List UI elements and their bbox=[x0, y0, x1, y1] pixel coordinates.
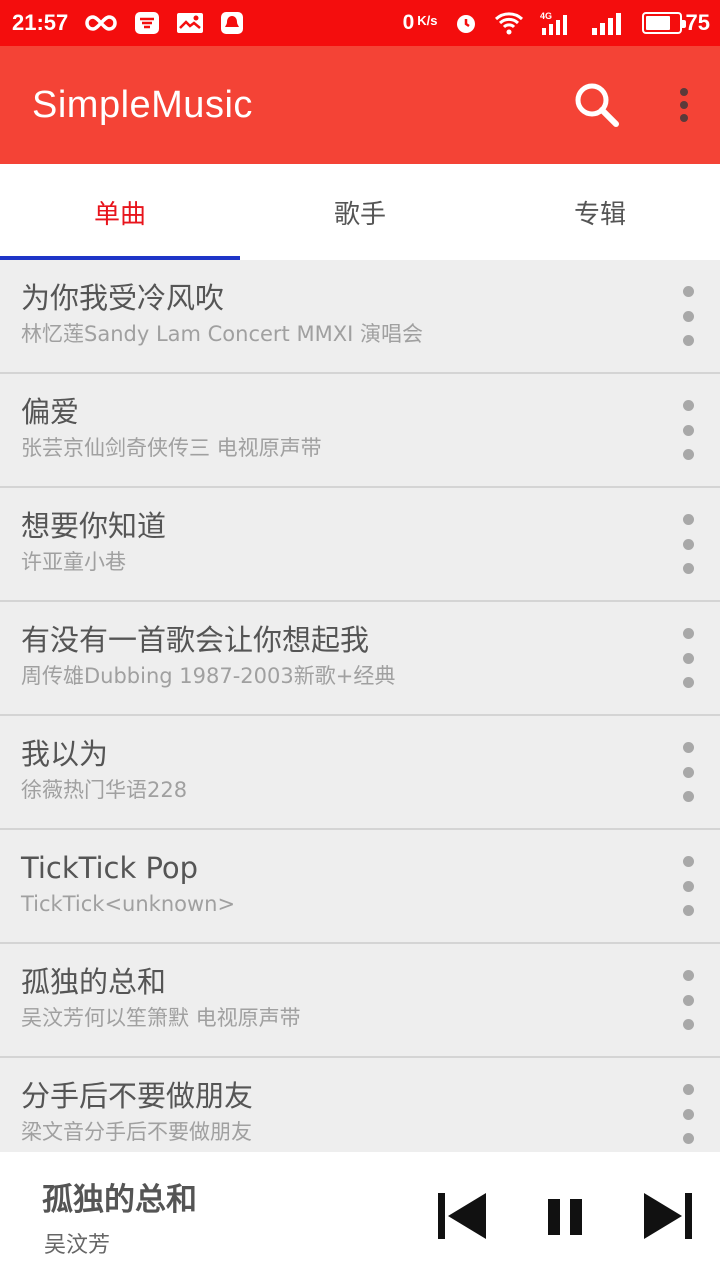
tab-album[interactable]: 专辑 bbox=[480, 164, 720, 260]
status-bar: 21:57 0 K/s 4G 75 bbox=[0, 0, 720, 46]
song-title: 分手后不要做朋友 bbox=[21, 1079, 254, 1113]
signal-4g-icon: 4G bbox=[540, 10, 574, 36]
now-playing-artist: 吴汶芳 bbox=[44, 1233, 111, 1258]
status-bar-right: 0 K/s 4G 75 bbox=[403, 10, 710, 36]
song-more-icon[interactable] bbox=[676, 628, 700, 688]
svg-text:4G: 4G bbox=[540, 11, 552, 21]
more-dot bbox=[682, 335, 694, 346]
song-artist-album: 周传雄Dubbing 1987-2003新歌+经典 bbox=[21, 664, 396, 688]
app-notification-icon bbox=[134, 11, 160, 35]
song-title: 偏爱 bbox=[21, 395, 80, 429]
overflow-menu-icon[interactable] bbox=[678, 87, 690, 123]
app-bar-actions bbox=[572, 46, 690, 164]
more-dot bbox=[682, 994, 694, 1006]
song-artist-album: 林忆莲Sandy Lam Concert MMXI 演唱会 bbox=[21, 322, 423, 346]
mail-notification-icon bbox=[176, 12, 204, 34]
song-more-icon[interactable] bbox=[676, 970, 700, 1030]
song-title: 为你我受冷风吹 bbox=[21, 281, 225, 315]
next-icon[interactable] bbox=[642, 1190, 694, 1242]
more-dot bbox=[682, 677, 694, 688]
status-time: 21:57 bbox=[12, 10, 69, 35]
song-more-icon[interactable] bbox=[676, 400, 700, 460]
net-speed-value: 0 bbox=[402, 11, 415, 34]
more-dot bbox=[682, 880, 694, 892]
song-artist-album: 梁文音分手后不要做朋友 bbox=[21, 1120, 252, 1144]
more-dot bbox=[682, 856, 694, 867]
song-more-icon[interactable] bbox=[676, 856, 700, 916]
song-artist-album: 张芸京仙剑奇侠传三 电视原声带 bbox=[21, 436, 322, 460]
more-dot bbox=[682, 628, 694, 639]
more-dot bbox=[682, 742, 694, 753]
alarm-icon bbox=[454, 11, 478, 35]
more-dot bbox=[682, 1019, 694, 1030]
more-dot bbox=[682, 424, 694, 436]
more-dot bbox=[682, 1108, 694, 1120]
app-bar: SimpleMusic bbox=[0, 46, 720, 164]
more-dot bbox=[682, 1084, 694, 1095]
battery-icon: 75 bbox=[641, 10, 710, 36]
net-speed: 0 K/s bbox=[403, 11, 438, 35]
song-title: 孤独的总和 bbox=[21, 965, 167, 999]
song-list-item[interactable]: 孤独的总和吴汶芳何以笙箫默 电视原声带 bbox=[0, 944, 720, 1058]
song-title: 我以为 bbox=[21, 737, 109, 771]
song-title: 想要你知道 bbox=[21, 509, 167, 543]
signal-icon bbox=[590, 11, 626, 35]
now-playing-title: 孤独的总和 bbox=[42, 1182, 197, 1218]
song-artist-album: 许亚童小巷 bbox=[21, 550, 126, 574]
pause-icon[interactable] bbox=[546, 1198, 584, 1236]
more-dot bbox=[682, 766, 694, 778]
qq-icon bbox=[220, 11, 244, 35]
tab-single[interactable]: 单曲 bbox=[0, 164, 240, 260]
more-dot bbox=[682, 563, 694, 574]
more-dot bbox=[682, 400, 694, 411]
previous-icon[interactable] bbox=[436, 1190, 488, 1242]
song-artist-album: 徐薇热门华语228 bbox=[21, 778, 188, 802]
more-dot bbox=[682, 970, 694, 981]
more-dot bbox=[682, 310, 694, 322]
more-dot bbox=[682, 449, 694, 460]
song-list-item[interactable]: 想要你知道许亚童小巷 bbox=[0, 488, 720, 602]
song-more-icon[interactable] bbox=[676, 286, 700, 346]
more-dot bbox=[682, 286, 694, 297]
song-list-item[interactable]: 分手后不要做朋友梁文音分手后不要做朋友 bbox=[0, 1058, 720, 1152]
more-dot bbox=[682, 652, 694, 664]
song-list-item[interactable]: TickTick Pop TickTick<unknown> bbox=[0, 830, 720, 944]
now-playing-info[interactable]: 孤独的总和 吴汶芳 bbox=[42, 1180, 197, 1259]
battery-tip bbox=[681, 20, 686, 28]
song-list-item[interactable]: 为你我受冷风吹林忆莲Sandy Lam Concert MMXI 演唱会 bbox=[0, 260, 720, 374]
more-dot bbox=[682, 1133, 694, 1144]
song-list-item[interactable]: 我以为徐薇热门华语228 bbox=[0, 716, 720, 830]
more-dot bbox=[682, 538, 694, 550]
tab-artist[interactable]: 歌手 bbox=[240, 164, 480, 260]
song-title: 有没有一首歌会让你想起我 bbox=[21, 623, 370, 657]
infinity-icon bbox=[84, 14, 118, 32]
song-list: 为你我受冷风吹林忆莲Sandy Lam Concert MMXI 演唱会偏爱张芸… bbox=[0, 260, 720, 1152]
player-bar[interactable]: 孤独的总和 吴汶芳 bbox=[0, 1152, 720, 1280]
song-more-icon[interactable] bbox=[676, 514, 700, 574]
search-icon[interactable] bbox=[572, 80, 622, 130]
net-speed-unit: K/s bbox=[417, 13, 438, 28]
more-dot bbox=[682, 514, 694, 525]
wifi-icon bbox=[494, 11, 524, 35]
battery-level: 75 bbox=[685, 10, 710, 35]
status-bar-left: 21:57 bbox=[12, 10, 244, 36]
battery-fill bbox=[645, 16, 670, 30]
song-more-icon[interactable] bbox=[676, 1084, 700, 1144]
more-dot bbox=[682, 905, 694, 916]
song-title: TickTick Pop bbox=[21, 851, 199, 885]
song-artist-album: 吴汶芳何以笙箫默 电视原声带 bbox=[21, 1006, 301, 1030]
song-list-item[interactable]: 偏爱张芸京仙剑奇侠传三 电视原声带 bbox=[0, 374, 720, 488]
song-artist-album: TickTick<unknown> bbox=[21, 892, 236, 916]
tab-bar: 单曲 歌手 专辑 bbox=[0, 164, 720, 260]
app-title: SimpleMusic bbox=[32, 83, 253, 126]
song-list-item[interactable]: 有没有一首歌会让你想起我周传雄Dubbing 1987-2003新歌+经典 bbox=[0, 602, 720, 716]
song-more-icon[interactable] bbox=[676, 742, 700, 802]
battery-body bbox=[641, 12, 686, 34]
more-dot bbox=[682, 791, 694, 802]
